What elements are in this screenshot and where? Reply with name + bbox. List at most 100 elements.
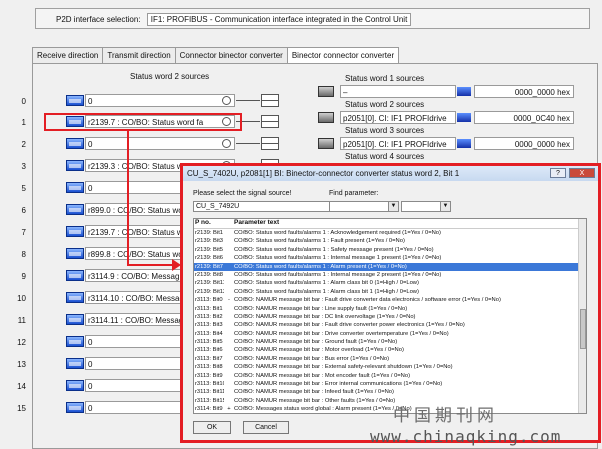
connector-icon[interactable] [66, 160, 84, 171]
cell-p-no: r3113: Bit5 [195, 339, 223, 346]
connector-icon[interactable] [66, 182, 84, 193]
table-row[interactable]: r2139: Bit6 CO/BO: Status word faults/ala… [194, 254, 586, 262]
close-button[interactable]: X [569, 168, 595, 178]
tab-transmit-direction[interactable]: Transmit direction [102, 47, 176, 63]
dialog-titlebar: CU_S_7402U, p2081[1] BI: Binector-connec… [183, 166, 598, 181]
table-row[interactable]: r2139: Bit12 CO/BO: Status word faults/al… [194, 288, 586, 296]
tab-receive-direction[interactable]: Receive direction [32, 47, 104, 63]
table-row[interactable]: r3113: Bit2 CO/BO: NAMUR message bit bar … [194, 313, 586, 321]
connector-icon[interactable] [66, 402, 84, 413]
connector-icon[interactable] [66, 380, 84, 391]
table-row[interactable]: r3113: Bit1 CO/BO: NAMUR message bit bar … [194, 305, 586, 313]
connector-icon[interactable] [66, 204, 84, 215]
row-number: 7 [21, 228, 26, 237]
signal-source-field[interactable]: 0 [85, 94, 235, 107]
cell-marker [224, 288, 234, 296]
table-row[interactable]: r3113: Bit3 CO/BO: NAMUR message bit bar … [194, 321, 586, 329]
help-button[interactable]: ? [550, 168, 566, 178]
tab-bar: Receive direction Transmit direction Con… [32, 47, 400, 64]
cell-parameter-text: CO/BO: Status word faults/alarms 1 : Fau… [234, 238, 405, 245]
table-row[interactable]: r2139: Bit11 CO/BO: Status word faults/al… [194, 279, 586, 287]
chevron-down-icon[interactable]: ▼ [440, 202, 450, 211]
table-row[interactable]: r3113: Bit0- CO/BO: NAMUR message bit bar… [194, 296, 586, 304]
status-word-2-source-field[interactable]: p2051[0]. CI: IF1 PROFIdrive [340, 111, 456, 124]
status-word-1-source-field[interactable]: – [340, 85, 456, 98]
status-word-3-sources-header: Status word 3 sources [345, 126, 425, 135]
p2d-interface-select[interactable]: IF1: PROFIBUS - Communication interface … [146, 13, 412, 26]
inverter-circle-icon[interactable] [222, 139, 231, 148]
cell-marker [224, 338, 234, 346]
status-word-1-sources-header: Status word 1 sources [345, 74, 425, 83]
cell-marker [224, 237, 234, 245]
table-row[interactable]: r2139: Bit1 CO/BO: Status word faults/ala… [194, 229, 586, 237]
status-word-1-icon [318, 86, 334, 97]
table-row[interactable]: r3113: Bit8 CO/BO: NAMUR message bit bar … [194, 363, 586, 371]
table-scrollbar[interactable] [578, 219, 586, 413]
chevron-down-icon[interactable]: ▼ [388, 202, 398, 211]
cell-marker [224, 363, 234, 371]
table-row[interactable]: r3113: Bit9 CO/BO: NAMUR message bit bar … [194, 372, 586, 380]
table-row[interactable]: r2139: Bit7 CO/BO: Status word faults/ala… [194, 262, 586, 271]
table-row[interactable]: r3113: Bit15 CO/BO: NAMUR message bit bar… [194, 397, 586, 405]
cell-p-no: r3113: Bit7 [195, 355, 223, 362]
table-row[interactable]: r2139: Bit5 CO/BO: Status word faults/ala… [194, 246, 586, 254]
tab-connector-binector-converter[interactable]: Connector binector converter [174, 47, 288, 63]
find-parameter-input[interactable]: ▼ [329, 201, 399, 212]
row-number: 6 [21, 206, 26, 215]
col-p-no[interactable]: P no. [194, 219, 224, 228]
dialog-title: CU_S_7402U, p2081[1] BI: Binector-connec… [187, 169, 460, 178]
table-row[interactable]: r3113: Bit7 CO/BO: NAMUR message bit bar … [194, 355, 586, 363]
cell-p-no: r2139: Bit11 [195, 280, 224, 287]
bit-box-icon [261, 94, 279, 107]
p2d-interface-bar: P2D interface selection: IF1: PROFIBUS -… [35, 8, 590, 29]
find-parameter-label: Find parameter: [329, 190, 379, 197]
connector-line [236, 143, 260, 144]
col-marker [224, 219, 234, 228]
table-row[interactable]: r3113: Bit5 CO/BO: NAMUR message bit bar … [194, 338, 586, 346]
cancel-button[interactable]: Cancel [243, 421, 289, 434]
inverter-circle-icon[interactable] [222, 96, 231, 105]
cell-marker [224, 388, 234, 396]
find-parameter-filter[interactable]: ▼ [401, 201, 451, 212]
tab-binector-connector-converter[interactable]: Binector connector converter [286, 47, 400, 64]
cell-p-no: r3113: Bit1 [195, 305, 223, 312]
connector-icon[interactable] [66, 248, 84, 259]
table-row[interactable]: r3113: Bit6 CO/BO: NAMUR message bit bar … [194, 346, 586, 354]
cell-parameter-text: CO/BO: NAMUR message bit bar : Mot encod… [234, 372, 411, 379]
col-parameter-text[interactable]: Parameter text [234, 219, 586, 228]
table-row[interactable]: r2139: Bit3 CO/BO: Status word faults/ala… [194, 237, 586, 245]
cell-parameter-text: CO/BO: Status word faults/alarms 1 : Ala… [234, 288, 419, 295]
scrollbar-thumb[interactable] [580, 309, 586, 349]
highlight-connector-vertical [127, 131, 129, 265]
status-word-2-icon [318, 112, 334, 123]
cell-marker [224, 279, 234, 287]
connector-icon[interactable] [66, 138, 84, 149]
connector-icon[interactable] [66, 270, 84, 281]
table-row[interactable]: r3114: Bit9 + CO/BO: Messages status word … [194, 405, 586, 413]
cell-marker [224, 321, 234, 329]
connector-icon[interactable] [66, 95, 84, 106]
table-row[interactable]: r3113: Bit10 CO/BO: NAMUR message bit bar… [194, 380, 586, 388]
connector-icon[interactable] [66, 336, 84, 347]
signal-source-field[interactable]: 0 [85, 137, 235, 150]
bit-box-icon [261, 115, 279, 128]
cell-marker [224, 380, 234, 388]
row-number: 10 [17, 294, 26, 303]
connector-icon[interactable] [66, 226, 84, 237]
connector-icon[interactable] [66, 292, 84, 303]
cell-parameter-text: CO/BO: Status word faults/alarms 1 : Int… [234, 255, 442, 262]
table-row[interactable]: r3113: Bit4 CO/BO: NAMUR message bit bar … [194, 330, 586, 338]
watermark-cn: 中国期刊网 [393, 406, 498, 426]
cell-marker [224, 346, 234, 354]
cell-p-no: r2139: Bit8 [195, 271, 224, 278]
cell-parameter-text: CO/BO: Status word faults/alarms 1 : Ala… [234, 263, 407, 270]
table-row[interactable]: r2139: Bit8 CO/BO: Status word faults/ala… [194, 271, 586, 279]
connector-icon[interactable] [66, 314, 84, 325]
status-word-3-source-field[interactable]: p2051[0]. CI: IF1 PROFIdrive [340, 137, 456, 150]
connector-icon[interactable] [66, 358, 84, 369]
cell-p-no: r3113: Bit4 [195, 330, 223, 337]
parameter-table: P no. Parameter text r2139: Bit1 CO/BO: S… [193, 218, 587, 414]
ok-button[interactable]: OK [193, 421, 231, 434]
table-row[interactable]: r3113: Bit11 CO/BO: NAMUR message bit bar… [194, 388, 586, 396]
cell-p-no: r2139: Bit1 [195, 230, 224, 236]
